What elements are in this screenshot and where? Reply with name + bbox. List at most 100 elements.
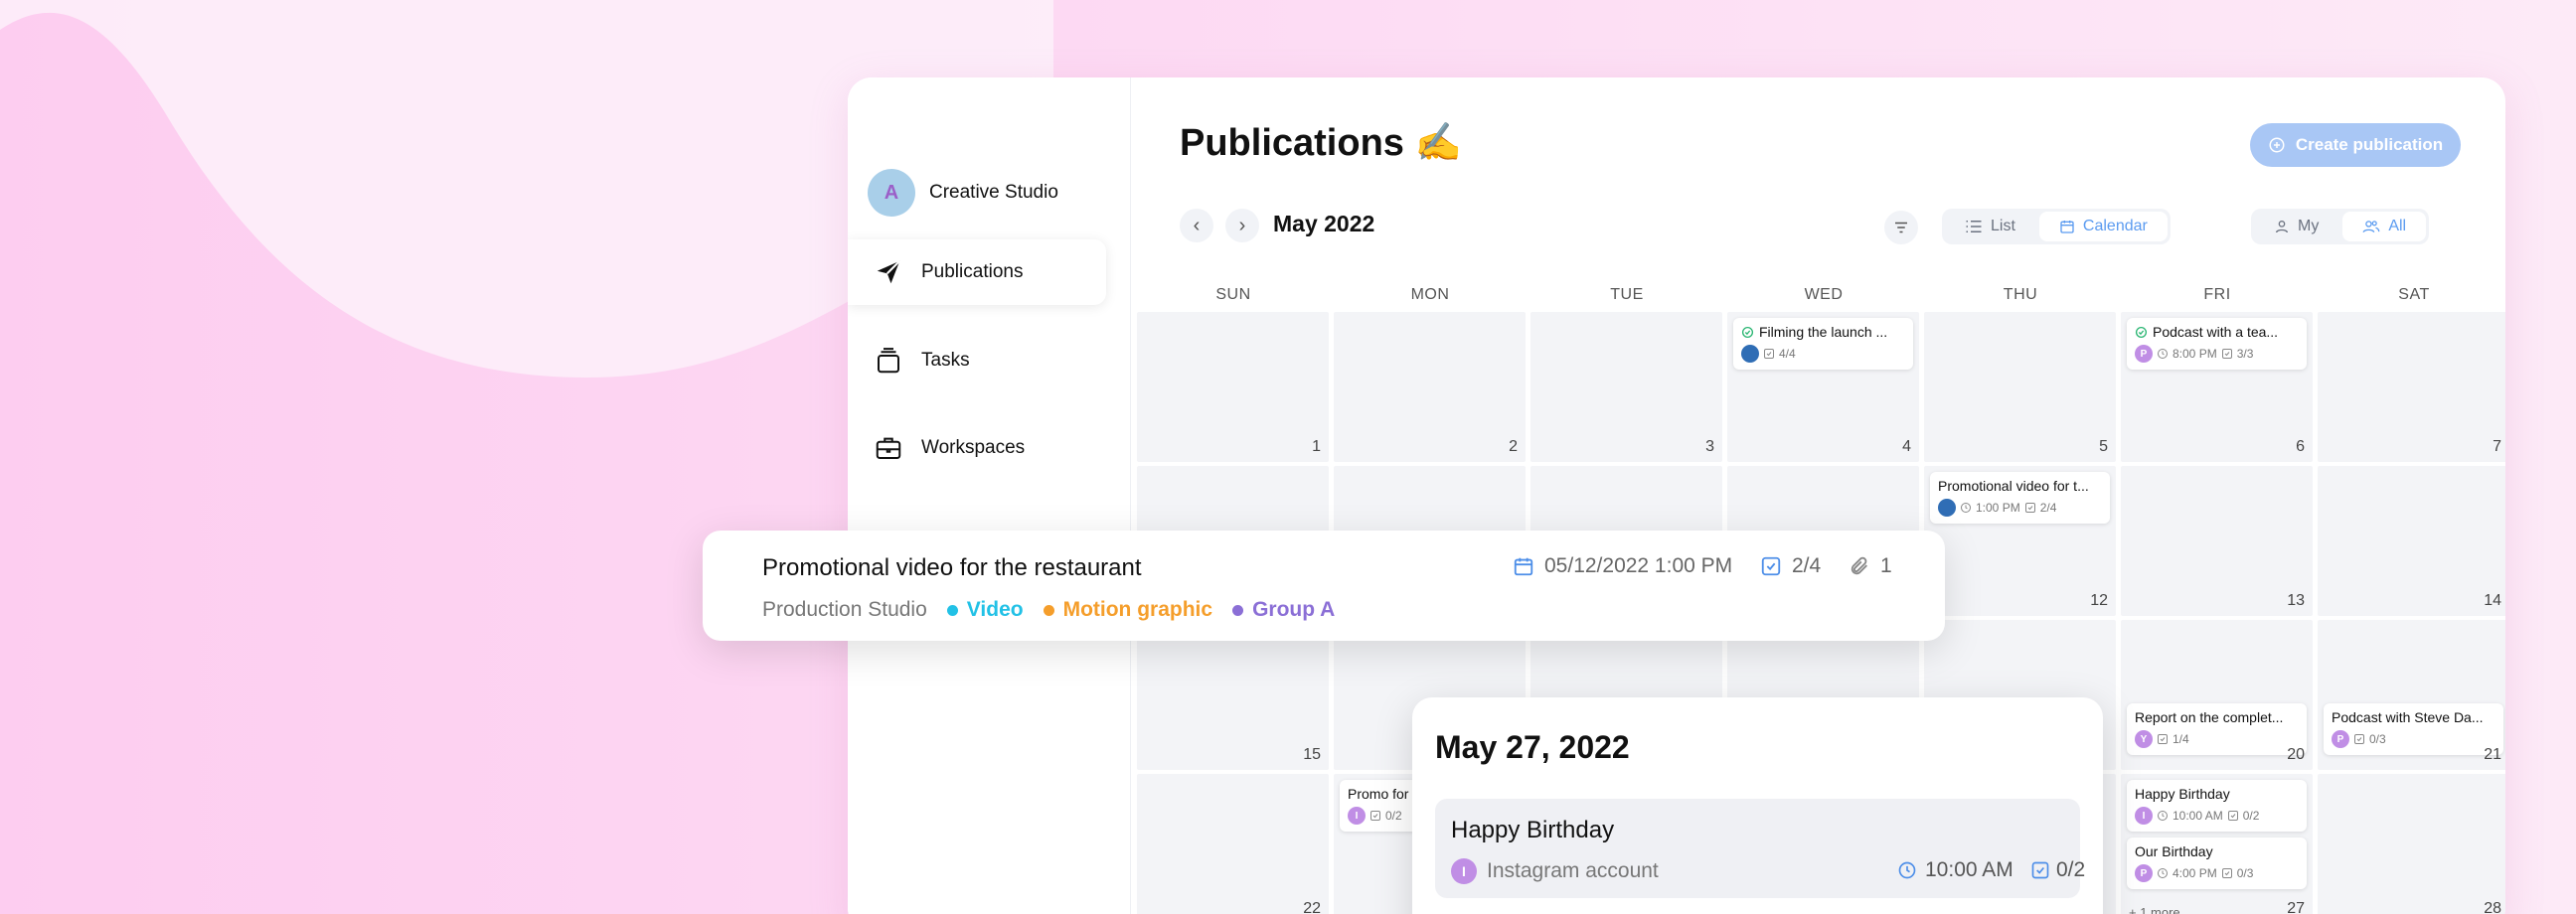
event-tasks: 4/4: [1779, 347, 1796, 361]
checkbox-icon: [1764, 349, 1774, 359]
calendar-day[interactable]: 3: [1530, 312, 1722, 462]
event-card[interactable]: Promotional video for t... 1:00 PM 2/4: [1930, 472, 2110, 524]
calendar-day[interactable]: Podcast with Steve Da... P 0/3 21: [2318, 620, 2505, 770]
day-number: 14: [2484, 592, 2501, 609]
event-card[interactable]: Our Birthday P 4:00 PM 0/3: [2127, 838, 2307, 889]
weekday-header: FRI: [2203, 286, 2231, 303]
day-number: 12: [2090, 592, 2108, 609]
avatar: [1741, 345, 1759, 363]
clock-icon: [2158, 868, 2168, 878]
day-number: 6: [2296, 438, 2305, 455]
filter-icon: [1895, 222, 1907, 233]
view-list-option[interactable]: List: [1945, 212, 2035, 241]
view-toggle: List Calendar: [1942, 209, 2171, 244]
scope-all-option[interactable]: All: [2342, 212, 2427, 241]
stack-icon: [878, 348, 899, 374]
calendar-day[interactable]: 13: [2121, 466, 2313, 616]
calendar-day[interactable]: 5: [1924, 312, 2116, 462]
tag-label: Motion graphic: [1062, 598, 1213, 621]
sidebar-item-workspaces[interactable]: Workspaces: [848, 415, 1106, 481]
calendar-day[interactable]: 14: [2318, 466, 2505, 616]
calendar-day[interactable]: 15: [1137, 620, 1329, 770]
day-number: 3: [1705, 438, 1714, 455]
more-events-link[interactable]: + 1 more: [2129, 905, 2180, 914]
event-tasks: 0/2: [2242, 809, 2260, 823]
weekday-header: WED: [1804, 286, 1844, 303]
event-title: Filming the launch ...: [1759, 324, 1888, 340]
event-tasks: 3/3: [2236, 347, 2254, 361]
publication-preview-card[interactable]: Promotional video for the restaurant 05/…: [703, 531, 1945, 641]
sidebar-item-label: Publications: [921, 261, 1024, 282]
calendar-day[interactable]: Filming the launch ... 4/4 4: [1727, 312, 1919, 462]
checkbox-icon: [2354, 734, 2364, 744]
list-icon: [1966, 221, 1982, 232]
calendar-day[interactable]: 28: [2318, 774, 2505, 914]
publication-attachments: 1: [1849, 554, 1892, 578]
paperclip-icon: [1851, 556, 1867, 575]
calendar-day[interactable]: 1: [1137, 312, 1329, 462]
plus-circle-icon: [2269, 137, 2285, 153]
calendar-day[interactable]: 7: [2318, 312, 2505, 462]
view-calendar-label: Calendar: [2082, 218, 2148, 234]
checkbox-icon: [2031, 861, 2049, 879]
event-card[interactable]: Podcast with Steve Da... P 0/3: [2324, 703, 2503, 755]
tag-video: Video: [946, 598, 1024, 622]
avatar: P: [2135, 864, 2153, 882]
calendar-day[interactable]: Promotional video for t... 1:00 PM 2/4 12: [1924, 466, 2116, 616]
day-event-time-text: 10:00 AM: [1925, 858, 2013, 881]
event-card[interactable]: Happy Birthday I 10:00 AM 0/2: [2127, 780, 2307, 832]
event-time: 10:00 AM: [2173, 809, 2223, 823]
day-events-popover: May 27, 2022 Happy Birthday I Instagram …: [1412, 697, 2103, 914]
event-tasks: 1/4: [2173, 732, 2189, 746]
create-publication-button[interactable]: Create publication: [2250, 123, 2461, 167]
next-month-button[interactable]: ›: [1225, 209, 1259, 242]
calendar-day[interactable]: Happy Birthday I 10:00 AM 0/2 Our Birthday…: [2121, 774, 2313, 914]
event-tasks: 0/3: [2236, 866, 2254, 880]
scope-my-option[interactable]: My: [2254, 212, 2338, 241]
day-number: 22: [1303, 900, 1321, 914]
day-event-title: Happy Birthday: [1451, 817, 1615, 843]
avatar: I: [2135, 807, 2153, 825]
chevron-right-icon: ›: [1238, 214, 1246, 236]
event-card[interactable]: Podcast with a tea... P 8:00 PM 3/3: [2127, 318, 2307, 370]
day-event-card[interactable]: Happy Birthday I Instagram account 10:00…: [1435, 799, 2085, 898]
day-number: 13: [2287, 592, 2305, 609]
sidebar-item-publications[interactable]: Publications: [848, 239, 1106, 305]
calendar-day[interactable]: Podcast with a tea... P 8:00 PM 3/3 6: [2121, 312, 2313, 462]
weekday-header: MON: [1410, 286, 1450, 303]
day-number: 1: [1312, 438, 1321, 455]
calendar-day[interactable]: 22: [1137, 774, 1329, 914]
day-event-tasks: 0/2: [2030, 858, 2085, 882]
workspace-switcher[interactable]: A Creative Studio: [868, 169, 1058, 217]
weekday-header: TUE: [1610, 286, 1644, 303]
create-publication-label: Create publication: [2295, 135, 2444, 154]
calendar-day[interactable]: 2: [1334, 312, 1526, 462]
event-time: 4:00 PM: [2173, 866, 2217, 880]
calendar-day[interactable]: Report on the complet... Y 1/4 20: [2121, 620, 2313, 770]
event-card[interactable]: Report on the complet... Y 1/4: [2127, 703, 2307, 755]
sidebar: A Creative Studio Publications Tasks Wor…: [848, 77, 1131, 914]
day-event-tasks-text: 0/2: [2056, 858, 2086, 881]
filter-button[interactable]: [1884, 211, 1918, 244]
prev-month-button[interactable]: ‹: [1180, 209, 1213, 242]
account-name: Instagram account: [1487, 859, 1659, 882]
publication-studio: Production Studio: [762, 598, 927, 621]
users-icon: [2362, 221, 2380, 233]
avatar: I: [1348, 807, 1366, 825]
workspace-name: Creative Studio: [929, 182, 1058, 203]
event-title: Promo for: [1348, 786, 1409, 802]
day-event-time: 10:00 AM: [1897, 858, 2013, 882]
scope-my-label: My: [2298, 218, 2320, 234]
view-calendar-option[interactable]: Calendar: [2038, 212, 2168, 241]
current-month: May 2022: [1273, 211, 1375, 236]
calendar-icon: [1514, 557, 1533, 576]
calendar-icon: [2060, 221, 2074, 233]
checkbox-icon: [1370, 811, 1380, 821]
checkbox-icon: [2024, 503, 2035, 513]
event-time: 1:00 PM: [1976, 501, 2020, 515]
event-card[interactable]: Filming the launch ... 4/4: [1733, 318, 1913, 370]
weekday-header: SUN: [1215, 286, 1251, 303]
sidebar-item-tasks[interactable]: Tasks: [848, 328, 1106, 393]
weekday-header: THU: [2003, 286, 2038, 303]
checkbox-icon: [2221, 868, 2232, 878]
